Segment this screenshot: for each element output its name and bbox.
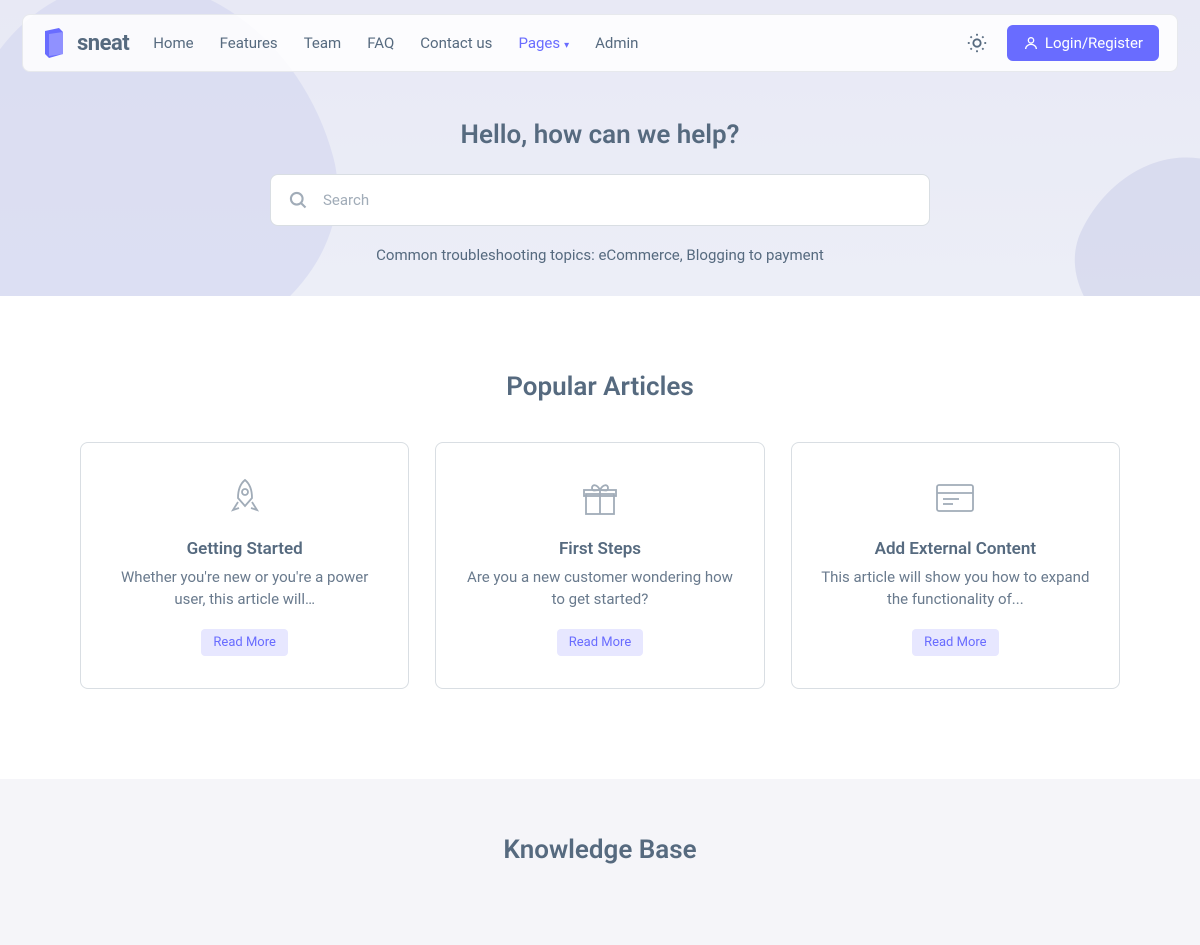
read-more-button[interactable]: Read More <box>557 629 643 656</box>
nav-link-faq[interactable]: FAQ <box>367 34 394 52</box>
knowledge-base-section: Knowledge Base <box>0 779 1200 945</box>
navbar: sneat Home Features Team FAQ Contact us … <box>22 14 1178 72</box>
document-icon <box>932 475 978 521</box>
rocket-icon <box>222 475 268 521</box>
hero-hint: Common troubleshooting topics: eCommerce… <box>0 246 1200 264</box>
nav-link-home[interactable]: Home <box>153 34 193 52</box>
article-title: Getting Started <box>105 539 384 559</box>
brand[interactable]: sneat <box>41 28 129 58</box>
gift-icon <box>577 475 623 521</box>
nav-link-contact[interactable]: Contact us <box>420 34 492 52</box>
theme-toggle-button[interactable] <box>965 31 989 55</box>
search-icon <box>288 190 308 210</box>
nav-links: Home Features Team FAQ Contact us Pages▾… <box>153 34 638 52</box>
read-more-button[interactable]: Read More <box>201 629 287 656</box>
hero-title: Hello, how can we help? <box>0 120 1200 150</box>
login-register-button[interactable]: Login/Register <box>1007 25 1159 61</box>
user-icon <box>1023 35 1039 51</box>
search-input[interactable] <box>270 174 930 226</box>
article-desc: Whether you're new or you're a power use… <box>105 567 384 611</box>
section-title-popular: Popular Articles <box>0 372 1200 402</box>
article-title: Add External Content <box>816 539 1095 559</box>
chevron-down-icon: ▾ <box>564 40 569 51</box>
article-card: Getting Started Whether you're new or yo… <box>80 442 409 689</box>
nav-link-team[interactable]: Team <box>304 34 342 52</box>
read-more-button[interactable]: Read More <box>912 629 998 656</box>
popular-articles-section: Popular Articles Getting Started Whether… <box>0 296 1200 779</box>
section-title-knowledge: Knowledge Base <box>0 835 1200 865</box>
brand-logo-icon <box>41 28 67 58</box>
article-desc: Are you a new customer wondering how to … <box>460 567 739 611</box>
nav-link-admin[interactable]: Admin <box>595 34 638 52</box>
article-desc: This article will show you how to expand… <box>816 567 1095 611</box>
article-card: First Steps Are you a new customer wonde… <box>435 442 764 689</box>
article-card: Add External Content This article will s… <box>791 442 1120 689</box>
brand-name: sneat <box>77 31 129 56</box>
article-title: First Steps <box>460 539 739 559</box>
nav-link-pages[interactable]: Pages▾ <box>518 34 569 52</box>
nav-link-features[interactable]: Features <box>220 34 278 52</box>
sun-icon <box>966 32 988 54</box>
